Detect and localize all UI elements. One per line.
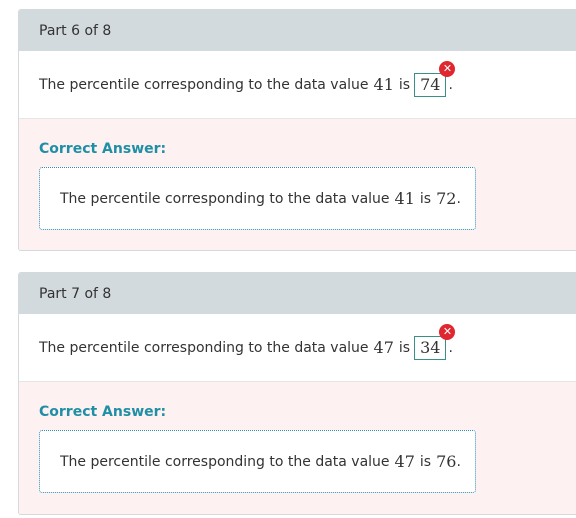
correct-value: 72 xyxy=(436,189,457,208)
correct-answer-text: The percentile corresponding to the data… xyxy=(60,453,390,470)
correct-answer-text: The percentile corresponding to the data… xyxy=(60,190,390,207)
part-7-header: Part 7 of 8 xyxy=(19,273,576,314)
period: . xyxy=(448,339,453,356)
part-6-question: The percentile corresponding to the data… xyxy=(19,51,576,119)
part-header-label: Part 6 of 8 xyxy=(39,22,112,39)
correct-answer-section: Correct Answer: The percentile correspon… xyxy=(19,382,576,514)
correct-period: . xyxy=(456,453,461,470)
part-6-card: Part 6 of 8 The percentile corresponding… xyxy=(18,9,576,251)
data-value: 47 xyxy=(373,338,394,357)
error-x-icon: ✕ xyxy=(439,60,456,77)
is-word: is xyxy=(398,339,411,356)
correct-answer-label: Correct Answer: xyxy=(39,141,167,157)
question-text: The percentile corresponding to the data… xyxy=(39,339,369,356)
correct-data-value: 47 xyxy=(394,452,415,471)
answer-input[interactable]: 34 xyxy=(414,335,447,360)
error-x-icon: ✕ xyxy=(439,323,456,340)
correct-period: . xyxy=(456,190,461,207)
part-7-question: The percentile corresponding to the data… xyxy=(19,314,576,382)
part-7-card: Part 7 of 8 The percentile corresponding… xyxy=(18,272,576,515)
part-header-label: Part 7 of 8 xyxy=(39,285,112,302)
is-word: is xyxy=(398,76,411,93)
correct-answer-box: The percentile corresponding to the data… xyxy=(39,430,476,493)
correct-answer-section: Correct Answer: The percentile correspon… xyxy=(19,119,576,250)
data-value: 41 xyxy=(373,75,394,94)
answer-wrapper: 34 ✕ xyxy=(414,323,456,360)
correct-answer-box: The percentile corresponding to the data… xyxy=(39,167,476,230)
part-6-header: Part 6 of 8 xyxy=(19,10,576,51)
question-text: The percentile corresponding to the data… xyxy=(39,76,369,93)
answer-wrapper: 74 ✕ xyxy=(414,60,456,97)
answer-input[interactable]: 74 xyxy=(414,72,447,97)
period: . xyxy=(448,76,453,93)
correct-answer-label: Correct Answer: xyxy=(39,404,167,420)
correct-is-word: is xyxy=(419,453,432,470)
correct-data-value: 41 xyxy=(394,189,415,208)
correct-value: 76 xyxy=(436,452,457,471)
correct-is-word: is xyxy=(419,190,432,207)
